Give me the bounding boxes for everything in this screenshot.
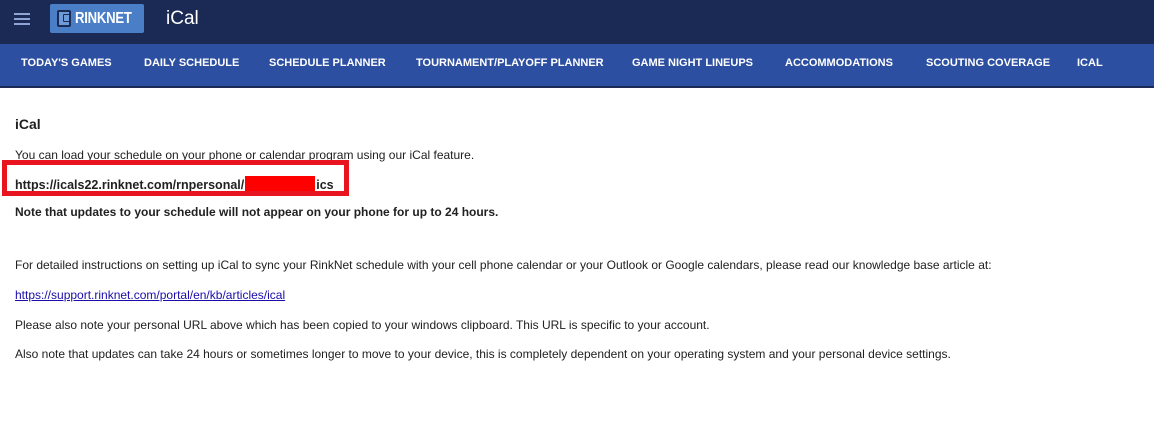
nav-daily-schedule[interactable]: DAILY SCHEDULE [144,57,239,69]
nav-game-night-lineups[interactable]: GAME NIGHT LINEUPS [632,57,753,69]
top-bar: RINKNET iCal [0,0,1154,44]
url-highlight-box [2,160,349,196]
device-note: Also note that updates can take 24 hours… [15,347,951,361]
update-note: Note that updates to your schedule will … [15,205,499,219]
logo-text: RINKNET [74,9,132,27]
hamburger-menu-icon[interactable] [14,13,30,25]
nav-ical[interactable]: ICAL [1077,57,1103,69]
main-nav: TODAY'S GAMES DAILY SCHEDULE SCHEDULE PL… [0,44,1154,88]
kb-article-link[interactable]: https://support.rinknet.com/portal/en/kb… [15,288,285,302]
nav-schedule-planner[interactable]: SCHEDULE PLANNER [269,57,386,69]
nav-todays-games[interactable]: TODAY'S GAMES [21,57,112,69]
rinknet-logo[interactable]: RINKNET [50,4,144,33]
kb-article-link-wrap: https://support.rinknet.com/portal/en/kb… [15,288,285,302]
nav-tournament-playoff-planner[interactable]: TOURNAMENT/PLAYOFF PLANNER [416,57,604,69]
nav-scouting-coverage[interactable]: SCOUTING COVERAGE [926,57,1050,69]
instructions-text: For detailed instructions on setting up … [15,258,992,272]
rinknet-logo-icon [57,10,71,27]
clipboard-note: Please also note your personal URL above… [15,318,710,332]
app-title: iCal [166,8,199,29]
nav-accommodations[interactable]: ACCOMMODATIONS [785,57,893,69]
page-title: iCal [15,116,41,132]
